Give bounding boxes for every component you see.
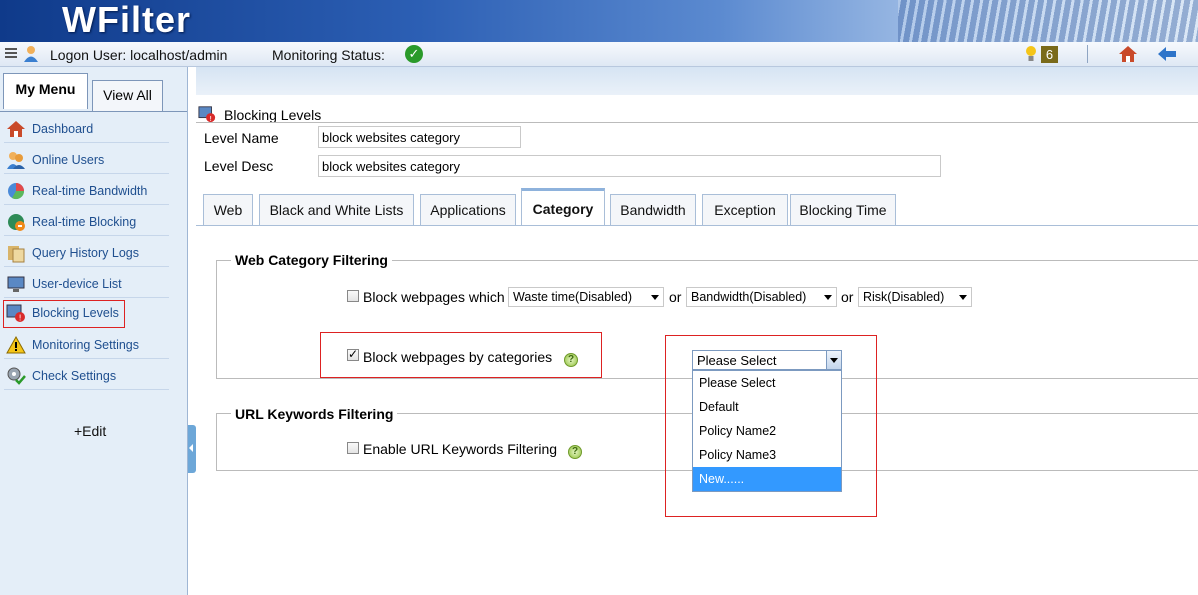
bandwidth-select-value: Bandwidth(Disabled) — [691, 290, 807, 304]
app-banner: WFilter — [0, 0, 1198, 42]
dropdown-option-new[interactable]: New...... — [693, 467, 841, 491]
status-bar: Logon User: localhost/admin Monitoring S… — [0, 42, 1198, 67]
home-icon — [7, 121, 25, 137]
back-arrow-icon[interactable] — [1157, 46, 1177, 62]
or-label: or — [669, 289, 682, 305]
risk-select-value: Risk(Disabled) — [863, 290, 945, 304]
divider — [0, 111, 187, 112]
users-icon — [7, 152, 25, 169]
monitoring-status-label: Monitoring Status: — [272, 47, 385, 63]
blocking-globe-icon — [8, 214, 25, 231]
notification-count-badge[interactable]: 6 — [1041, 46, 1058, 63]
sidebar-item-label: User-device List — [32, 277, 122, 291]
check-icon: ✓ — [405, 45, 423, 63]
sidebar-item-label: Query History Logs — [32, 246, 139, 260]
home-icon[interactable] — [1118, 45, 1138, 63]
tab-black-and-white-lists[interactable]: Black and White Lists — [259, 194, 414, 226]
banner-graphic — [898, 0, 1198, 42]
pie-chart-icon — [8, 183, 25, 200]
sidebar-item-check-settings[interactable]: Check Settings — [4, 364, 169, 390]
policy-select[interactable]: Please Select — [692, 350, 842, 370]
waste-time-select[interactable]: Waste time(Disabled) — [508, 287, 664, 307]
block-which-label: Block webpages which — [363, 289, 505, 305]
blocking-levels-icon: ! — [198, 106, 216, 123]
monitor-icon — [7, 276, 25, 292]
logs-icon — [8, 246, 25, 263]
help-icon[interactable]: ? — [568, 445, 582, 459]
divider — [196, 225, 1198, 226]
level-name-label: Level Name — [204, 130, 279, 146]
tab-web[interactable]: Web — [203, 194, 253, 226]
svg-text:!: ! — [19, 314, 22, 323]
tab-blocking-time[interactable]: Blocking Time — [790, 194, 896, 226]
policy-dropdown-list: Please Select Default Policy Name2 Polic… — [692, 370, 842, 492]
gear-check-icon — [7, 367, 26, 385]
dropdown-option[interactable]: Default — [693, 395, 841, 419]
page-title: Blocking Levels — [224, 107, 322, 123]
sidebar-item-realtime-bandwidth[interactable]: Real-time Bandwidth — [4, 179, 169, 205]
chevron-down-icon — [959, 295, 967, 300]
or-label: or — [841, 289, 854, 305]
tab-view-all[interactable]: View All — [92, 80, 163, 111]
user-icon — [24, 46, 38, 62]
sidebar-item-realtime-blocking[interactable]: Real-time Blocking — [4, 210, 169, 236]
sidebar-item-label: Monitoring Settings — [32, 338, 140, 352]
sidebar-item-label: Real-time Bandwidth — [32, 184, 148, 198]
app-logo: WFilter — [62, 0, 191, 40]
sidebar: My Menu View All Dashboard Online Users … — [0, 67, 188, 595]
sidebar-item-blocking-levels[interactable]: ! Blocking Levels — [3, 300, 125, 328]
divider — [1087, 45, 1088, 63]
tab-applications[interactable]: Applications — [420, 194, 516, 226]
toolbar-strip — [196, 67, 1198, 95]
level-desc-field[interactable]: block websites category — [318, 155, 941, 177]
policy-select-value: Please Select — [697, 353, 777, 368]
sidebar-item-user-device-list[interactable]: User-device List — [4, 272, 169, 298]
enable-url-keywords-checkbox[interactable] — [347, 442, 359, 454]
divider — [196, 122, 1198, 123]
sidebar-item-monitoring-settings[interactable]: Monitoring Settings — [4, 333, 169, 359]
bandwidth-select[interactable]: Bandwidth(Disabled) — [686, 287, 837, 307]
sidebar-item-label: Online Users — [32, 153, 105, 167]
logon-user-text: Logon User: localhost/admin — [50, 47, 228, 63]
sidebar-item-label: Real-time Blocking — [32, 215, 137, 229]
level-name-field[interactable]: block websites category — [318, 126, 521, 148]
collapse-sidebar-handle[interactable] — [188, 425, 196, 473]
enable-url-keywords-label: Enable URL Keywords Filtering — [363, 441, 558, 457]
block-by-categories-checkbox[interactable] — [347, 347, 359, 361]
tab-exception[interactable]: Exception — [702, 194, 788, 226]
edit-menu-link[interactable]: +Edit — [74, 423, 106, 439]
dropdown-option[interactable]: Policy Name3 — [693, 443, 841, 467]
sidebar-item-online-users[interactable]: Online Users — [4, 148, 169, 174]
risk-select[interactable]: Risk(Disabled) — [858, 287, 972, 307]
level-desc-label: Level Desc — [204, 158, 274, 174]
sidebar-item-dashboard[interactable]: Dashboard — [4, 117, 169, 143]
blocking-levels-icon: ! — [6, 304, 25, 323]
chevron-down-icon — [651, 295, 659, 300]
help-icon[interactable]: ? — [564, 353, 578, 367]
block-which-checkbox[interactable] — [347, 290, 359, 302]
sidebar-item-label: Blocking Levels — [32, 306, 119, 320]
chevron-down-icon — [824, 295, 832, 300]
menu-icon[interactable] — [5, 48, 17, 60]
dropdown-option[interactable]: Policy Name2 — [693, 419, 841, 443]
web-category-title: Web Category Filtering — [231, 252, 392, 268]
tab-bandwidth[interactable]: Bandwidth — [610, 194, 696, 226]
sidebar-item-label: Dashboard — [32, 122, 94, 136]
lightbulb-icon[interactable] — [1024, 45, 1038, 63]
warning-icon — [6, 335, 26, 354]
sidebar-item-query-history-logs[interactable]: Query History Logs — [4, 241, 169, 267]
block-by-categories-label: Block webpages by categories — [363, 349, 553, 365]
waste-time-select-value: Waste time(Disabled) — [513, 290, 633, 304]
tab-category[interactable]: Category — [521, 188, 605, 226]
url-keywords-title: URL Keywords Filtering — [231, 406, 398, 422]
tab-my-menu[interactable]: My Menu — [3, 73, 88, 109]
dropdown-option[interactable]: Please Select — [693, 371, 841, 395]
chevron-down-icon[interactable] — [826, 351, 841, 369]
sidebar-item-label: Check Settings — [32, 369, 117, 383]
main-content: ! Blocking Levels Level Name block websi… — [196, 67, 1198, 595]
